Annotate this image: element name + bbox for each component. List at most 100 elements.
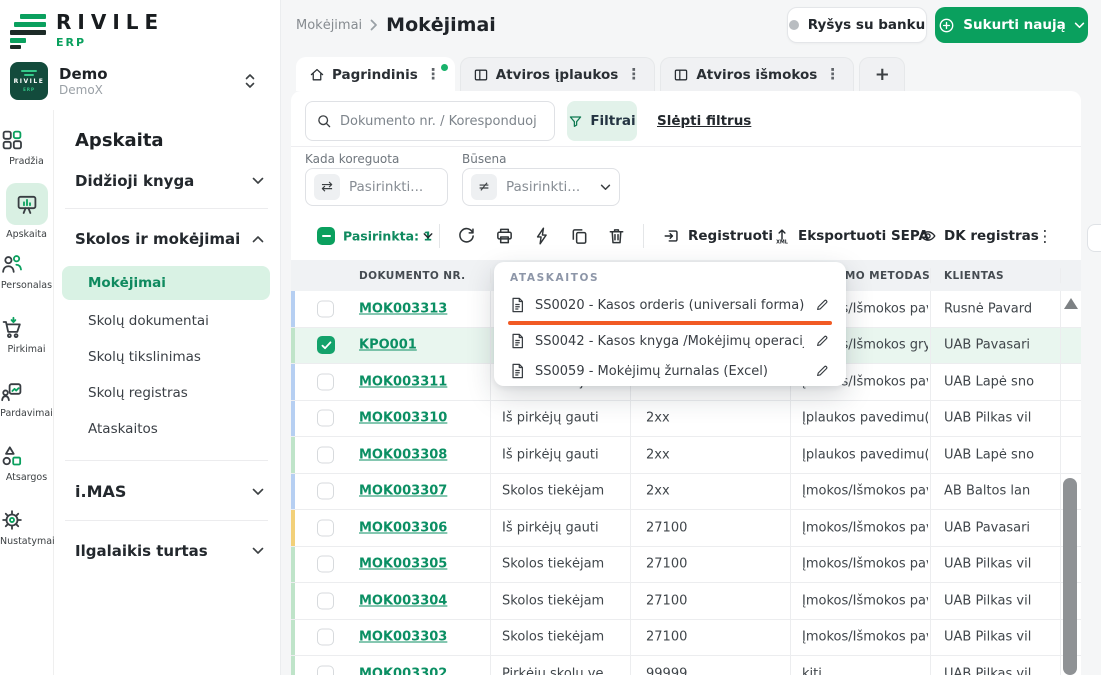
selected-count-label[interactable]: Pasirinkta: 1 bbox=[343, 229, 432, 244]
table-row[interactable]: MOK003305 Skolos tiekėjam 27100 Įmokos/I… bbox=[291, 547, 1081, 584]
sidebar-item-pradzia[interactable]: Pradžia bbox=[0, 128, 53, 167]
search-input[interactable] bbox=[340, 114, 544, 129]
search-box[interactable] bbox=[305, 101, 555, 141]
document-link[interactable]: MOK003311 bbox=[359, 374, 447, 389]
layout-icon bbox=[473, 67, 489, 83]
breadcrumb-parent[interactable]: Mokėjimai bbox=[296, 18, 362, 33]
table-row[interactable]: MOK003310 Iš pirkėjų gauti 2xx Įplaukos … bbox=[291, 401, 1081, 438]
document-link[interactable]: MOK003310 bbox=[359, 411, 447, 426]
row-checkbox[interactable] bbox=[317, 592, 334, 609]
table-row[interactable]: MOK003308 Iš pirkėjų gauti 2xx Įplaukos … bbox=[291, 437, 1081, 474]
popover-title: ATASKAITOS bbox=[502, 272, 838, 290]
tab-menu-icon[interactable]: ⋮ bbox=[425, 67, 442, 82]
document-link[interactable]: MOK003308 bbox=[359, 447, 447, 462]
row-checkbox[interactable] bbox=[317, 410, 334, 427]
table-row[interactable]: MOK003302 Pirkėjų skolų ve 99999 kiti UA… bbox=[291, 656, 1081, 675]
status-stripe bbox=[291, 401, 295, 437]
report-item-ss0059[interactable]: SS0059 - Mokėjimų žurnalas (Excel) bbox=[502, 356, 838, 386]
sidebar-item-skolu-tikslinimas[interactable]: Skolų tikslinimas bbox=[88, 349, 201, 365]
row-checkbox[interactable] bbox=[317, 300, 334, 317]
table-scrollbar-thumb[interactable] bbox=[1063, 478, 1077, 675]
toolbar-divider bbox=[439, 224, 440, 248]
sidebar-item-nustatymai[interactable]: Nustatymai bbox=[0, 508, 53, 547]
sidebar-item-apskaita[interactable]: Apskaita bbox=[0, 183, 53, 240]
row-checkbox[interactable] bbox=[317, 556, 334, 573]
row-checkbox[interactable] bbox=[317, 629, 334, 646]
report-item-ss0042[interactable]: SS0042 - Kasos knyga /Mokėjimų operacijo… bbox=[502, 326, 838, 356]
document-link[interactable]: MOK003313 bbox=[359, 301, 447, 316]
cutoff-button[interactable] bbox=[1087, 224, 1101, 252]
row-checkbox[interactable] bbox=[317, 373, 334, 390]
filters-button[interactable]: Filtrai bbox=[567, 101, 637, 141]
document-link[interactable]: MOK003304 bbox=[359, 593, 447, 608]
scroll-up-arrow[interactable] bbox=[1064, 298, 1078, 309]
dk-register-button[interactable]: DK registras bbox=[919, 227, 1039, 245]
row-checkbox[interactable] bbox=[317, 519, 334, 536]
tab-pagrindinis[interactable]: Pagrindinis ⋮ bbox=[296, 57, 455, 91]
sidebar-item-mokejimai[interactable]: Mokėjimai bbox=[62, 266, 270, 300]
print-icon[interactable] bbox=[495, 227, 514, 246]
document-link[interactable]: MOK003303 bbox=[359, 630, 447, 645]
tab-menu-icon[interactable]: ⋮ bbox=[625, 67, 642, 82]
filter-kada-koreguota-select[interactable]: ⇄ Pasirinkti... bbox=[305, 168, 448, 206]
status-stripe bbox=[291, 291, 295, 327]
table-row[interactable]: MOK003304 Skolos tiekėjam 27100 Įmokos/I… bbox=[291, 583, 1081, 620]
tab-menu-icon[interactable]: ⋮ bbox=[824, 67, 841, 82]
workspace-switcher[interactable]: RIVILE ERP Demo DemoX bbox=[10, 60, 270, 102]
table-row[interactable]: MOK003307 Skolos tiekėjam 2xx Įmokos/Išm… bbox=[291, 474, 1081, 511]
column-header-klientas[interactable]: KLIENTAS bbox=[944, 270, 1004, 282]
workspace-name: Demo bbox=[59, 65, 108, 83]
table-row[interactable]: MOK003306 Iš pirkėjų gauti 27100 Įmokos/… bbox=[291, 510, 1081, 547]
status-stripe bbox=[291, 620, 295, 656]
more-actions-icon[interactable]: ⋮ bbox=[1037, 227, 1053, 246]
workspace-expand-icon[interactable] bbox=[244, 72, 256, 90]
hide-filters-link[interactable]: Slėpti filtrus bbox=[657, 113, 751, 129]
create-new-button[interactable]: Sukurti naują bbox=[935, 7, 1088, 43]
cart-icon bbox=[0, 316, 53, 340]
refresh-icon[interactable] bbox=[457, 227, 476, 246]
menu-group-skolos-ir-mokejimai[interactable]: Skolos ir mokėjimai bbox=[75, 230, 264, 248]
sidebar-item-ataskaitos[interactable]: Ataskaitos bbox=[88, 421, 158, 437]
select-all-checkbox[interactable] bbox=[317, 227, 335, 245]
edit-pencil-icon[interactable] bbox=[814, 333, 830, 349]
sidebar-item-atsargos[interactable]: Atsargos bbox=[0, 444, 53, 483]
layout-icon bbox=[673, 67, 689, 83]
sidebar-item-pirkimai[interactable]: Pirkimai bbox=[0, 316, 53, 355]
document-link[interactable]: KPO001 bbox=[359, 338, 417, 353]
column-header-dokumento-nr[interactable]: DOKUMENTO NR. bbox=[359, 270, 466, 282]
edit-pencil-icon[interactable] bbox=[814, 297, 830, 313]
tab-atviros-iplaukos[interactable]: Atviros įplaukos ⋮ bbox=[460, 57, 656, 91]
menu-group-ilgalaikis-turtas[interactable]: Ilgalaikis turtas bbox=[75, 542, 264, 560]
tab-atviros-ismokos[interactable]: Atviros išmokos ⋮ bbox=[660, 57, 854, 91]
sidebar-item-personalas[interactable]: Personalas bbox=[0, 252, 53, 291]
brand-name: RIVILE bbox=[56, 12, 164, 32]
status-stripe bbox=[291, 510, 295, 546]
menu-group-imas[interactable]: i.MAS bbox=[75, 482, 264, 501]
filter-busena-select[interactable]: ≠ Pasirinkti... bbox=[462, 168, 620, 206]
sidebar-item-pardavimai[interactable]: Pardavimai bbox=[0, 380, 53, 419]
eye-icon bbox=[919, 227, 937, 245]
row-checkbox[interactable] bbox=[317, 665, 334, 675]
row-checkbox[interactable] bbox=[317, 483, 334, 500]
bank-connection-button[interactable]: Ryšys su banku bbox=[787, 7, 927, 43]
document-link[interactable]: MOK003305 bbox=[359, 557, 447, 572]
row-checkbox[interactable] bbox=[317, 446, 334, 463]
table-row[interactable]: MOK003303 Skolos tiekėjam 27100 Įmokos/I… bbox=[291, 620, 1081, 657]
export-sepa-button[interactable]: XML Eksportuoti SEPA bbox=[773, 227, 929, 245]
document-link[interactable]: MOK003302 bbox=[359, 666, 447, 675]
register-button[interactable]: Registruoti bbox=[663, 227, 773, 245]
lightning-icon[interactable] bbox=[533, 227, 552, 246]
add-tab-button[interactable]: + bbox=[859, 57, 905, 91]
sidebar-item-skolu-dokumentai[interactable]: Skolų dokumentai bbox=[88, 313, 209, 329]
edit-pencil-icon[interactable] bbox=[814, 363, 830, 379]
document-link[interactable]: MOK003307 bbox=[359, 484, 447, 499]
document-link[interactable]: MOK003306 bbox=[359, 520, 447, 535]
sidebar-item-skolu-registras[interactable]: Skolų registras bbox=[88, 385, 188, 401]
copy-icon[interactable] bbox=[570, 227, 589, 246]
row-checkbox-checked[interactable] bbox=[317, 336, 335, 354]
trash-icon[interactable] bbox=[607, 227, 626, 246]
menu-group-didzioji-knyga[interactable]: Didžioji knyga bbox=[75, 172, 264, 190]
rail-divider bbox=[53, 110, 54, 675]
chevron-down-icon[interactable] bbox=[423, 233, 433, 240]
report-item-ss0020[interactable]: SS0020 - Kasos orderis (universali forma… bbox=[502, 290, 838, 320]
